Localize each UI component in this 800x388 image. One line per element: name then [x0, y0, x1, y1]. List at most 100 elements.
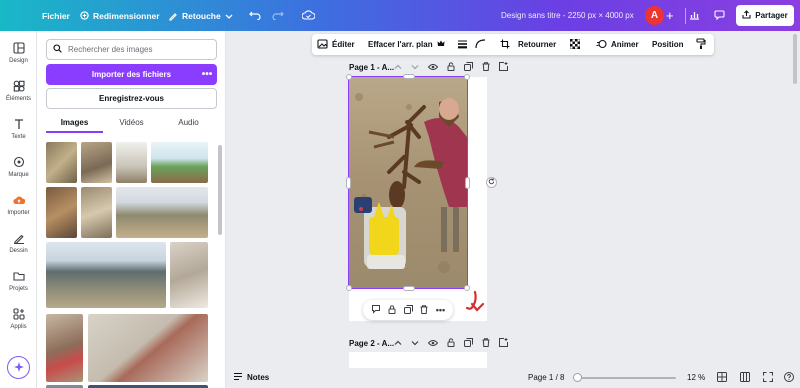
notes-button[interactable]: Notes	[233, 372, 269, 383]
image-thumbnail[interactable]	[170, 242, 208, 308]
rail-item-text[interactable]: Texte	[0, 111, 37, 147]
page-2-canvas[interactable]	[349, 352, 487, 368]
insights-button[interactable]	[689, 0, 700, 31]
cloud-upload-icon	[12, 194, 25, 208]
image-thumbnail[interactable]	[116, 142, 147, 183]
rail-item-import[interactable]: Importer	[0, 187, 37, 223]
eye-icon[interactable]	[427, 63, 439, 73]
page-2-tools	[394, 338, 508, 349]
image-thumbnail[interactable]	[116, 187, 208, 238]
more-options-icon[interactable]: •••	[197, 64, 217, 85]
rail-item-brand[interactable]: Marque	[0, 149, 37, 185]
resize-handle[interactable]	[465, 177, 470, 189]
pages-view-button[interactable]	[740, 372, 750, 384]
zoom-slider-thumb[interactable]	[573, 373, 582, 382]
image-thumbnail[interactable]	[88, 314, 208, 382]
rotate-handle[interactable]	[486, 177, 497, 188]
duplicate-icon[interactable]	[464, 62, 473, 73]
file-menu[interactable]: Fichier	[42, 0, 70, 31]
grid-view-button[interactable]	[717, 372, 727, 384]
tab-audio[interactable]: Audio	[160, 113, 217, 133]
rail-item-draw[interactable]: Dessin	[0, 225, 37, 261]
page-1-label[interactable]: Page 1 - A...	[349, 63, 394, 72]
tab-videos[interactable]: Vidéos	[103, 113, 160, 133]
redo-button[interactable]	[272, 0, 284, 31]
corner-rounding-button[interactable]	[475, 34, 486, 55]
image-thumbnail[interactable]	[46, 242, 166, 308]
image-thumbnail[interactable]	[81, 187, 112, 238]
avatar[interactable]: A	[645, 6, 664, 25]
remove-background-button[interactable]: Effacer l'arr. plan	[368, 34, 445, 55]
resize-handle[interactable]	[464, 74, 470, 80]
comments-button[interactable]	[714, 0, 725, 31]
flip-label[interactable]: Retourner	[518, 40, 556, 49]
chevron-up-icon[interactable]	[394, 63, 402, 73]
resize-handle[interactable]	[346, 74, 352, 80]
resize-button[interactable]: Redimensionner	[80, 0, 160, 31]
duplicate-icon[interactable]	[403, 304, 413, 316]
page-indicator[interactable]: Page 1 / 8	[528, 373, 564, 382]
add-page-icon[interactable]	[499, 62, 508, 73]
comment-icon	[714, 9, 725, 22]
more-options-icon[interactable]: •••	[436, 305, 445, 315]
document-title[interactable]: Design sans titre - 2250 px × 4000 px	[501, 0, 634, 31]
upload-files-button[interactable]: Importer des fichiers •••	[46, 64, 217, 85]
page-2-label[interactable]: Page 2 - A...	[349, 339, 394, 348]
rail-item-elements[interactable]: Éléments	[0, 73, 37, 109]
image-thumbnail[interactable]	[46, 187, 77, 238]
rail-item-apps[interactable]: Applis	[0, 301, 37, 337]
resize-handle[interactable]	[403, 74, 415, 79]
trash-icon[interactable]	[482, 62, 490, 73]
lock-icon[interactable]	[447, 338, 455, 349]
resize-handle[interactable]	[346, 177, 351, 189]
image-thumbnail[interactable]	[81, 142, 112, 183]
image-thumbnail[interactable]	[151, 142, 208, 183]
fullscreen-button[interactable]	[762, 371, 774, 384]
upload-panel: Rechercher des images Importer des fichi…	[37, 31, 226, 388]
rail-item-projects[interactable]: Projets	[0, 263, 37, 299]
transparency-button[interactable]	[569, 34, 581, 55]
paint-roller-icon	[696, 38, 706, 51]
edit-image-button[interactable]: Éditer	[317, 34, 355, 55]
record-yourself-button[interactable]: Enregistrez-vous	[46, 88, 217, 109]
eye-icon[interactable]	[427, 339, 439, 349]
image-thumbnail[interactable]	[46, 142, 77, 183]
selected-photo[interactable]	[348, 76, 468, 289]
add-page-icon[interactable]	[499, 338, 508, 349]
image-edit-icon	[317, 38, 328, 51]
position-button[interactable]: Position	[652, 34, 684, 55]
lock-icon[interactable]	[388, 304, 396, 316]
comment-add-icon[interactable]	[371, 304, 381, 316]
undo-button[interactable]	[249, 0, 261, 31]
add-collaborator-button[interactable]: +	[666, 0, 674, 31]
chevron-down-icon[interactable]	[411, 63, 419, 73]
share-button[interactable]: Partager	[736, 5, 794, 26]
chevron-down-icon[interactable]	[411, 339, 419, 349]
trash-icon[interactable]	[482, 338, 490, 349]
magic-ai-button[interactable]	[7, 356, 30, 379]
red-arrow-drawing[interactable]	[463, 290, 485, 314]
lock-icon[interactable]	[447, 62, 455, 73]
panel-scrollbar[interactable]	[218, 145, 222, 235]
crop-flip-button[interactable]: Retourner	[500, 34, 556, 55]
duplicate-icon[interactable]	[464, 338, 473, 349]
retouch-button[interactable]: Retouche	[168, 0, 233, 31]
tab-images[interactable]: Images	[46, 113, 103, 133]
zoom-slider[interactable]	[574, 377, 676, 379]
image-thumbnail[interactable]	[46, 314, 83, 382]
chevron-up-icon[interactable]	[394, 339, 402, 349]
help-button[interactable]	[784, 372, 794, 384]
canvas-area	[226, 31, 800, 388]
resize-handle[interactable]	[403, 286, 415, 291]
cloud-save-status[interactable]	[301, 0, 316, 31]
copy-style-button[interactable]	[696, 34, 706, 55]
search-icon	[53, 44, 62, 55]
canvas-scrollbar[interactable]	[793, 34, 797, 84]
rail-item-design[interactable]: Design	[0, 35, 37, 71]
resize-handle[interactable]	[346, 285, 352, 291]
trash-icon[interactable]	[420, 304, 428, 316]
zoom-level[interactable]: 12 %	[687, 373, 705, 382]
search-input[interactable]: Rechercher des images	[46, 39, 217, 60]
line-weight-button[interactable]	[457, 34, 468, 55]
animate-button[interactable]: Animer	[596, 34, 639, 55]
